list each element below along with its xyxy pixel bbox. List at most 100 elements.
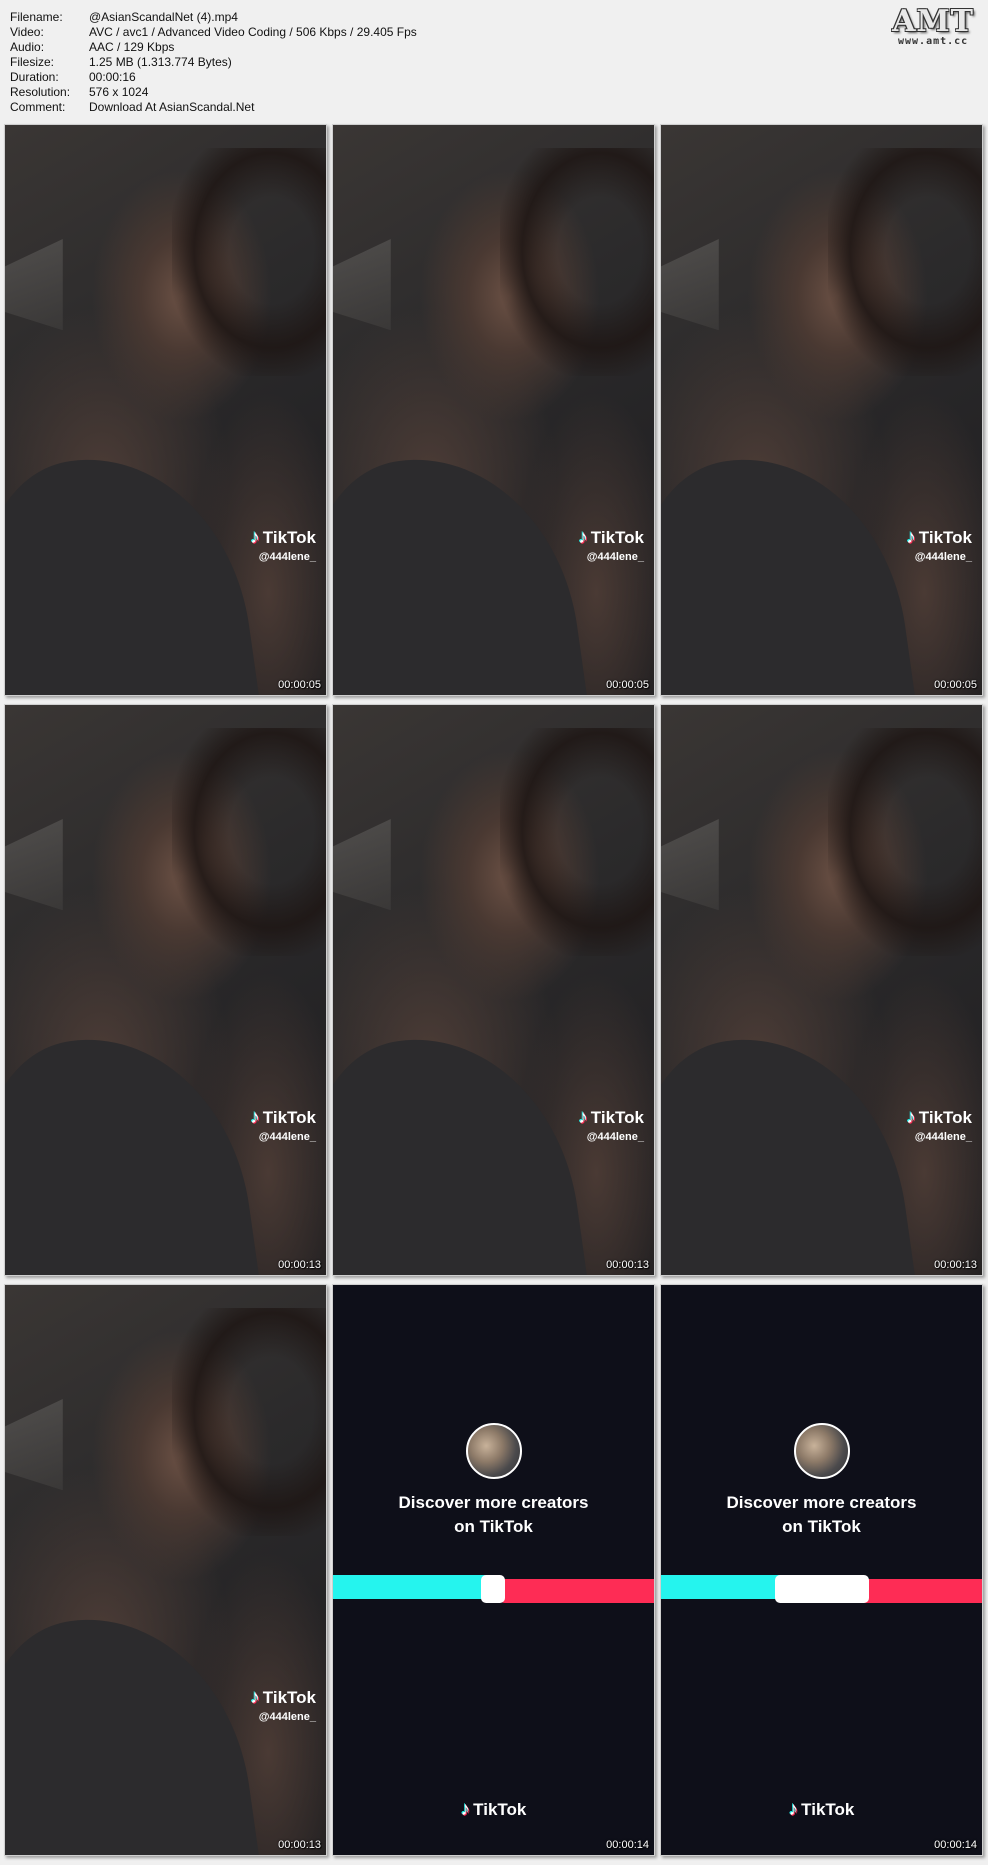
amt-logo: AMT www.amt.cc bbox=[892, 4, 974, 48]
tank-top bbox=[5, 1019, 267, 1275]
info-row-filesize: Filesize: 1.25 MB (1.313.774 Bytes) bbox=[10, 55, 417, 70]
tank-top bbox=[333, 439, 595, 695]
video-frame: ♪ TikTok @444lene_ bbox=[333, 125, 654, 695]
info-row-filename: Filename: @AsianScandalNet (4).mp4 bbox=[10, 10, 417, 25]
frame-timestamp: 00:00:13 bbox=[606, 1259, 649, 1271]
tiktok-note-icon: ♪ bbox=[578, 527, 588, 548]
info-key: Duration: bbox=[10, 70, 59, 84]
hair-shadow bbox=[827, 147, 982, 376]
info-value: AVC / avc1 / Advanced Video Coding / 506… bbox=[89, 25, 417, 39]
hair-shadow bbox=[171, 147, 326, 376]
tiktok-watermark: ♪ TikTok @444lene_ bbox=[250, 1107, 316, 1143]
tiktok-username: @444lene_ bbox=[586, 1131, 644, 1143]
tiktok-note-icon: ♪ bbox=[250, 1107, 260, 1128]
tiktok-brand: ♪ TikTok bbox=[906, 527, 972, 549]
tiktok-watermark: ♪ TikTok @444lene_ bbox=[906, 527, 972, 563]
info-value: @AsianScandalNet (4).mp4 bbox=[89, 10, 238, 24]
frame-timestamp: 00:00:13 bbox=[278, 1259, 321, 1271]
tiktok-watermark: ♪ TikTok @444lene_ bbox=[250, 527, 316, 563]
tiktok-brand-label: TikTok bbox=[473, 1800, 527, 1819]
end-text-line1: Discover more creators bbox=[398, 1493, 589, 1512]
tiktok-note-icon: ♪ bbox=[578, 1107, 588, 1128]
background-wall bbox=[5, 1399, 63, 1491]
tiktok-end-logo: ♪ TikTok bbox=[661, 1799, 982, 1821]
end-text-line1: Discover more creators bbox=[726, 1493, 917, 1512]
info-row-audio: Audio: AAC / 129 Kbps bbox=[10, 40, 417, 55]
cyan-bar bbox=[333, 1575, 501, 1599]
video-thumbnail: Discover more creators on TikTok ♪ TikTok 00… bbox=[660, 1284, 983, 1856]
tiktok-brand: ♪ TikTok bbox=[906, 1107, 972, 1129]
info-key: Comment: bbox=[10, 100, 66, 114]
background-wall bbox=[5, 239, 63, 331]
tiktok-watermark: ♪ TikTok @444lene_ bbox=[578, 527, 644, 563]
tiktok-brand-label: TikTok bbox=[918, 528, 972, 547]
frame-timestamp: 00:00:05 bbox=[278, 679, 321, 691]
logo-text: AMT bbox=[892, 4, 974, 39]
tiktok-watermark: ♪ TikTok @444lene_ bbox=[906, 1107, 972, 1143]
tank-top bbox=[5, 1599, 267, 1855]
white-bar bbox=[481, 1575, 505, 1603]
video-thumbnail: ♪ TikTok @444lene_ 00:00:05 bbox=[332, 124, 655, 696]
video-thumbnail: Discover more creators on TikTok ♪ TikTok 00… bbox=[332, 1284, 655, 1856]
tiktok-note-icon: ♪ bbox=[250, 527, 260, 548]
tiktok-brand-label: TikTok bbox=[262, 1108, 316, 1127]
tiktok-brand-label: TikTok bbox=[262, 1688, 316, 1707]
info-row-video: Video: AVC / avc1 / Advanced Video Coding… bbox=[10, 25, 417, 40]
white-bar bbox=[775, 1575, 869, 1603]
video-thumbnail: ♪ TikTok @444lene_ 00:00:13 bbox=[332, 704, 655, 1276]
video-thumbnail: ♪ TikTok @444lene_ 00:00:13 bbox=[4, 704, 327, 1276]
tiktok-note-icon: ♪ bbox=[906, 527, 916, 548]
video-thumbnail: ♪ TikTok @444lene_ 00:00:13 bbox=[660, 704, 983, 1276]
end-text-line2: on TikTok bbox=[454, 1517, 533, 1536]
tiktok-username: @444lene_ bbox=[914, 551, 972, 563]
info-key: Video: bbox=[10, 25, 44, 39]
info-row-resolution: Resolution: 576 x 1024 bbox=[10, 85, 417, 100]
info-value: 1.25 MB (1.313.774 Bytes) bbox=[89, 55, 232, 69]
tank-top bbox=[333, 1019, 595, 1275]
info-key: Resolution: bbox=[10, 85, 71, 99]
frame-timestamp: 00:00:13 bbox=[278, 1839, 321, 1851]
info-row-duration: Duration: 00:00:16 bbox=[10, 70, 417, 85]
tiktok-brand-label: TikTok bbox=[262, 528, 316, 547]
background-wall bbox=[661, 819, 719, 911]
video-frame: ♪ TikTok @444lene_ bbox=[333, 705, 654, 1275]
tiktok-brand-label: TikTok bbox=[801, 1800, 855, 1819]
info-row-comment: Comment: Download At AsianScandal.Net bbox=[10, 100, 417, 115]
tiktok-watermark: ♪ TikTok @444lene_ bbox=[578, 1107, 644, 1143]
video-frame: ♪ TikTok @444lene_ bbox=[5, 705, 326, 1275]
hair-shadow bbox=[827, 727, 982, 956]
logo-url: www.amt.cc bbox=[897, 36, 969, 47]
hair-shadow bbox=[499, 147, 654, 376]
background-wall bbox=[333, 239, 391, 331]
tiktok-brand: ♪ TikTok bbox=[250, 1107, 316, 1129]
end-text-line2: on TikTok bbox=[782, 1517, 861, 1536]
tiktok-brand: ♪ TikTok bbox=[250, 527, 316, 549]
tiktok-watermark: ♪ TikTok @444lene_ bbox=[250, 1687, 316, 1723]
tiktok-brand-label: TikTok bbox=[590, 1108, 644, 1127]
video-frame: ♪ TikTok @444lene_ bbox=[5, 1285, 326, 1855]
tiktok-brand: ♪ TikTok bbox=[250, 1687, 316, 1709]
background-wall bbox=[5, 819, 63, 911]
tiktok-username: @444lene_ bbox=[258, 551, 316, 563]
info-key: Filesize: bbox=[10, 55, 55, 69]
tiktok-end-logo: ♪ TikTok bbox=[333, 1799, 654, 1821]
info-value: AAC / 129 Kbps bbox=[89, 40, 175, 54]
info-key: Audio: bbox=[10, 40, 45, 54]
info-value: 576 x 1024 bbox=[89, 85, 149, 99]
info-value: 00:00:16 bbox=[89, 70, 136, 84]
hair-shadow bbox=[171, 727, 326, 956]
tank-top bbox=[661, 1019, 923, 1275]
frame-timestamp: 00:00:05 bbox=[606, 679, 649, 691]
tiktok-brand-label: TikTok bbox=[590, 528, 644, 547]
red-bar bbox=[499, 1579, 654, 1603]
tiktok-note-icon: ♪ bbox=[788, 1799, 799, 1820]
tank-top bbox=[5, 439, 267, 695]
video-frame: ♪ TikTok @444lene_ bbox=[5, 125, 326, 695]
end-screen-message: Discover more creators on TikTok bbox=[333, 1491, 654, 1539]
video-frame: ♪ TikTok @444lene_ bbox=[661, 125, 982, 695]
creator-avatar bbox=[465, 1423, 522, 1479]
video-thumbnail: ♪ TikTok @444lene_ 00:00:13 bbox=[4, 1284, 327, 1856]
hair-shadow bbox=[171, 1307, 326, 1536]
frame-timestamp: 00:00:14 bbox=[934, 1839, 977, 1851]
frame-timestamp: 00:00:05 bbox=[934, 679, 977, 691]
